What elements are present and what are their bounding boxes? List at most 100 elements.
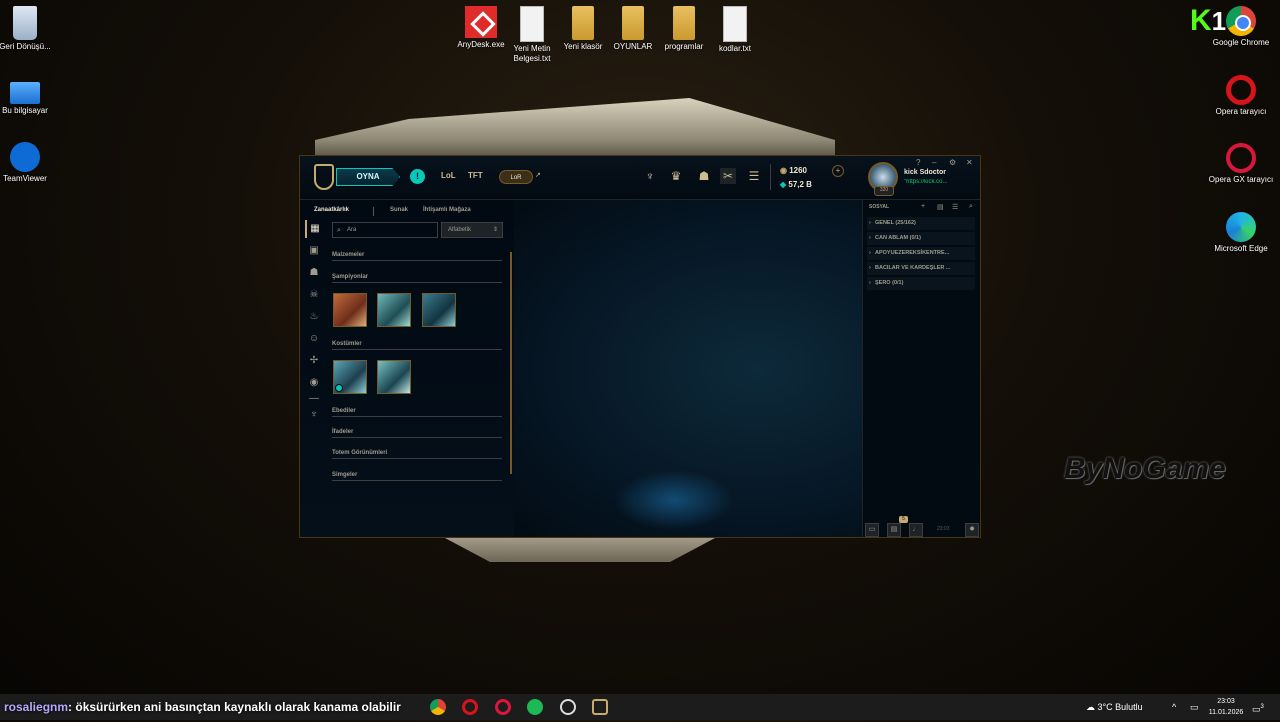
nav-lor[interactable]: LoR <box>499 170 533 184</box>
desktop-icon-chrome[interactable]: Google Chrome <box>1208 6 1274 48</box>
nav-tft[interactable]: TFT <box>468 171 483 180</box>
friend-group[interactable]: GENEL (25/162) <box>867 217 975 230</box>
category-eternals[interactable]: Ebediler <box>332 408 502 417</box>
skin-shard-tile[interactable] <box>377 360 411 394</box>
loot-stage <box>514 200 862 537</box>
category-emotes[interactable]: İfadeler <box>332 429 502 438</box>
spotify-icon[interactable] <box>527 699 543 715</box>
client-top-bar: OYNA ! LoL TFT LoR ↗ ♆ ♛ ☗ ✂ ☰ ◉ 1260 ◆ … <box>300 156 980 200</box>
trophy-icon[interactable]: ♆ <box>642 168 658 184</box>
close-button[interactable]: ✕ <box>966 158 973 167</box>
notification-badge: 5 <box>899 516 908 523</box>
minimize-button[interactable]: – <box>932 158 936 167</box>
client-settings-icon[interactable]: ✹ <box>965 523 979 537</box>
alert-icon[interactable]: ! <box>410 169 425 184</box>
help-button[interactable]: ? <box>916 158 920 167</box>
tab-prestige-shop[interactable]: İhtişamlı Mağaza <box>423 207 471 213</box>
category-ward-skins[interactable]: Totem Görünümleri <box>332 450 502 459</box>
store-icon[interactable]: ☰ <box>746 168 762 184</box>
tab-altar[interactable]: Sunak <box>390 207 408 213</box>
scrollbar[interactable] <box>510 252 512 474</box>
system-clock[interactable]: 23:03 11.01.2026 <box>1205 694 1247 722</box>
collection-icon[interactable]: ☗ <box>696 168 712 184</box>
champion-shard-tile[interactable] <box>333 293 367 327</box>
league-logo-icon[interactable] <box>314 164 334 190</box>
voice-icon[interactable]: ♩ <box>909 523 923 537</box>
play-button[interactable]: OYNA <box>336 168 400 186</box>
network-icon[interactable]: ▭ <box>1190 694 1199 720</box>
chat-icon[interactable]: ▭ <box>865 523 879 537</box>
filter-skin-icon[interactable]: ☠ <box>305 286 323 304</box>
league-icon[interactable] <box>592 699 608 715</box>
desktop-icon-edge[interactable]: Microsoft Edge <box>1208 212 1274 254</box>
friend-group[interactable]: CAN ABLAM (0/1) <box>867 232 975 245</box>
search-placeholder: Ara <box>347 227 357 233</box>
tray-chevron-icon[interactable]: ^ <box>1172 694 1176 720</box>
desktop-icon-codes-file[interactable]: kodlar.txt <box>702 6 768 54</box>
desktop-icon-this-pc[interactable]: Bu bilgisayar <box>0 76 58 116</box>
friend-group[interactable]: ŞERO (0/1) <box>867 277 975 290</box>
opera-gx-icon[interactable] <box>495 699 511 715</box>
weather-widget[interactable]: ☁ 3°C Bulutlu <box>1086 694 1143 720</box>
tab-crafting[interactable]: Zanaatkârlık <box>314 207 349 213</box>
category-materials[interactable]: Malzemeler <box>332 252 502 261</box>
desktop-icon-recycle-bin[interactable]: Geri Dönüşü... <box>0 6 58 52</box>
filter-icon-icon[interactable]: ◉ <box>305 374 323 392</box>
category-skins[interactable]: Kostümler <box>332 341 502 350</box>
anydesk-icon <box>465 6 497 38</box>
add-friend-icon[interactable]: + <box>921 203 925 210</box>
filter-eternal-icon[interactable]: ♨ <box>305 308 323 326</box>
friend-group[interactable]: APOYUEZEREKSİKENTRE... <box>867 247 975 260</box>
champion-shard-tile[interactable] <box>377 293 411 327</box>
desktop-icon-label: Geri Dönüşü... <box>0 42 51 51</box>
nav-lol[interactable]: LoL <box>441 171 456 180</box>
filter-chest-icon[interactable]: ▣ <box>305 242 323 260</box>
folder-icon <box>673 6 695 40</box>
filter-all-icon[interactable]: ▦ <box>305 220 323 238</box>
desktop-icon-opera-gx[interactable]: Opera GX tarayıcı <box>1208 143 1274 185</box>
desktop-icon-label: kodlar.txt <box>718 44 751 53</box>
missions-icon[interactable]: ▤ <box>887 523 901 537</box>
filter-champion-icon[interactable]: ☗ <box>305 264 323 282</box>
social-panel: SOSYAL + ▤ ☰ ⌕ GENEL (25/162) CAN ABLAM … <box>862 200 980 537</box>
tab-divider <box>373 207 374 216</box>
obs-icon[interactable] <box>560 699 576 715</box>
sort-value: Alfabetik <box>448 227 472 233</box>
sort-dropdown[interactable]: Alfabetik ⇕ <box>441 222 503 238</box>
list-view-icon[interactable]: ☰ <box>952 203 958 211</box>
social-title: SOSYAL <box>869 204 890 210</box>
recycle-bin-icon <box>13 6 37 40</box>
notification-icon: ▭ <box>1252 704 1261 714</box>
filter-ward-icon[interactable]: ✢ <box>305 352 323 370</box>
category-champions[interactable]: Şampiyonlar <box>332 274 502 283</box>
chat-message: : öksürürken ani basınçtan kaynaklı olar… <box>68 700 401 714</box>
text-file-icon <box>723 6 747 42</box>
clock-time: 23:03 <box>1217 698 1235 705</box>
rp-value: 1260 <box>789 166 807 175</box>
chrome-icon[interactable] <box>430 699 446 715</box>
profile-crest-icon[interactable]: ♛ <box>668 168 684 184</box>
friend-group[interactable]: BACILAR VE KARDEŞLER ... <box>867 262 975 275</box>
filter-misc-icon[interactable]: ♆ <box>305 406 323 424</box>
client-clock: 23:03 <box>937 526 950 532</box>
add-folder-icon[interactable]: ▤ <box>937 203 944 211</box>
settings-button[interactable]: ⚙ <box>949 158 956 167</box>
loot-icon[interactable]: ✂ <box>720 168 736 184</box>
category-icons[interactable]: Simgeler <box>332 472 502 481</box>
summoner-level: 320 <box>874 186 894 196</box>
filter-emote-icon[interactable]: ☺ <box>305 330 323 348</box>
desktop-icon-teamviewer[interactable]: TeamViewer <box>0 142 58 184</box>
search-input[interactable]: ⌕ Ara <box>332 222 438 238</box>
skin-shard-tile[interactable] <box>333 360 367 394</box>
desktop-icon-opera[interactable]: Opera tarayıcı <box>1208 75 1274 117</box>
status-message[interactable]: "https://kick.co... <box>904 179 962 185</box>
opera-icon[interactable] <box>462 699 478 715</box>
blue-essence[interactable]: ◆ 57,2 B <box>780 178 846 192</box>
buy-rp-button[interactable]: + <box>832 165 844 177</box>
search-icon[interactable]: ⌕ <box>969 203 973 211</box>
edge-icon <box>1226 212 1256 242</box>
champion-shard-tile[interactable] <box>422 293 456 327</box>
external-link-icon: ↗ <box>535 172 541 179</box>
notification-center[interactable]: ▭3 <box>1252 694 1264 720</box>
notification-count: 3 <box>1260 704 1264 710</box>
